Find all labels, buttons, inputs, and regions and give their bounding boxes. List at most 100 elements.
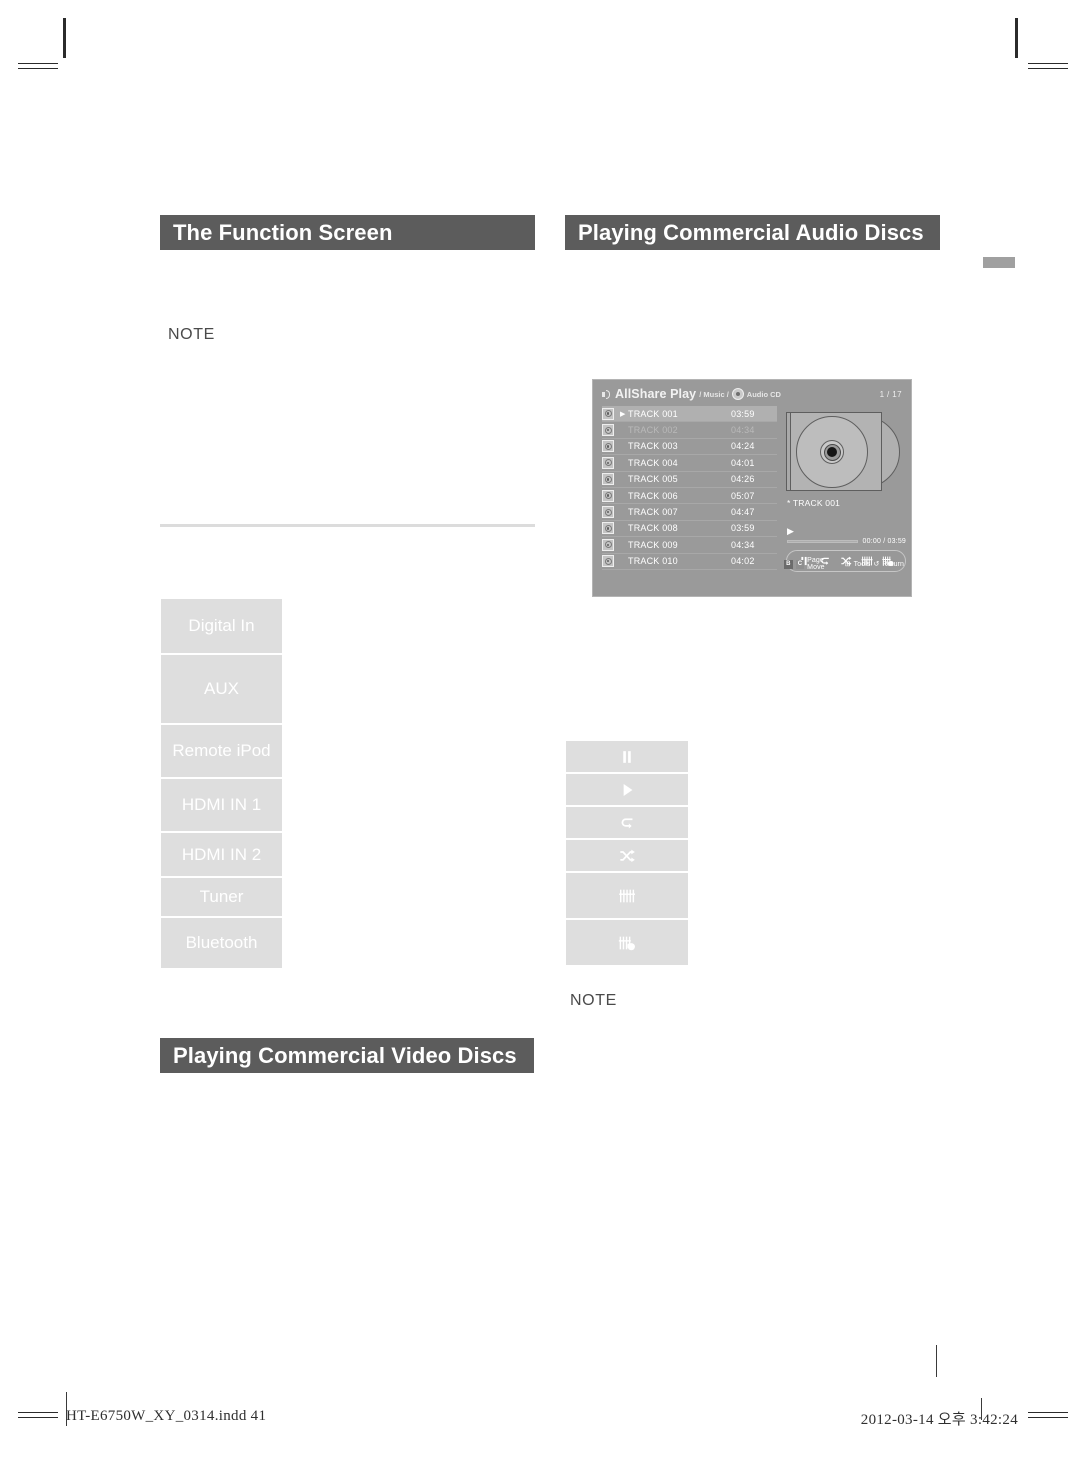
progress-bar[interactable] bbox=[787, 540, 858, 543]
shuffle-icon bbox=[620, 849, 635, 862]
sound-edit-icon bbox=[619, 889, 635, 902]
crop-mark-top-left-horizontal bbox=[18, 63, 58, 69]
function-button-digital-in[interactable]: Digital In bbox=[161, 599, 282, 653]
pause-icon bbox=[623, 750, 631, 763]
track-name: TRACK 007 bbox=[628, 507, 678, 518]
section-heading-audio-discs-label: Playing Commercial Audio Discs bbox=[578, 219, 924, 245]
section-heading-function-screen-label: The Function Screen bbox=[173, 219, 393, 245]
track-cd-icon bbox=[602, 456, 614, 469]
playback-button-sound-edit-hand[interactable] bbox=[566, 920, 688, 965]
track-cd-icon bbox=[602, 473, 614, 486]
track-name: TRACK 002 bbox=[628, 425, 678, 436]
track-row[interactable]: TRACK 007 04:47 bbox=[602, 504, 777, 521]
track-cd-icon bbox=[602, 440, 614, 453]
track-name: TRACK 004 bbox=[628, 457, 678, 468]
section-heading-audio-discs: Playing Commercial Audio Discs bbox=[565, 215, 940, 250]
track-cd-icon bbox=[602, 489, 614, 502]
play-icon bbox=[623, 783, 633, 796]
now-playing-pane: * TRACK 001 ▶ 00:00 / 03:59 B C Page Mov… bbox=[784, 406, 906, 572]
track-row[interactable]: TRACK 010 04:02 bbox=[602, 554, 777, 570]
progress-time-label: 00:00 / 03:59 bbox=[862, 538, 906, 545]
track-cd-icon bbox=[602, 538, 614, 551]
sound-edit-hand-icon bbox=[618, 936, 635, 950]
registration-tick-left bbox=[18, 1390, 19, 1430]
function-button-remote-ipod[interactable]: Remote iPod bbox=[161, 725, 282, 777]
page-thumb-tab bbox=[983, 257, 1015, 268]
function-button-bluetooth[interactable]: Bluetooth bbox=[161, 918, 282, 968]
note-label-left: NOTE bbox=[168, 326, 215, 343]
track-duration: 04:34 bbox=[731, 425, 755, 436]
function-source-list: Digital In AUX Remote iPod HDMI IN 1 HDMI IN… bbox=[161, 599, 282, 970]
page-counter: 1 / 17 bbox=[879, 389, 902, 399]
footer-filename: HT-E6750W_XY_0314.indd 41 bbox=[66, 1408, 267, 1424]
track-row[interactable]: TRACK 009 04:34 bbox=[602, 537, 777, 554]
crop-mark-bottom-left-horizontal bbox=[18, 1412, 58, 1418]
track-duration: 04:34 bbox=[731, 539, 755, 550]
audio-cd-icon bbox=[731, 388, 744, 400]
track-name: TRACK 010 bbox=[628, 556, 678, 567]
track-cd-icon bbox=[602, 555, 614, 568]
track-name: TRACK 008 bbox=[628, 523, 678, 534]
track-duration: 04:01 bbox=[731, 457, 755, 468]
track-duration: 03:59 bbox=[731, 523, 755, 534]
hint-page-move: Page Move bbox=[807, 557, 825, 571]
playing-state-icon: ▶ bbox=[787, 526, 794, 536]
track-duration: 03:59 bbox=[731, 408, 755, 419]
track-duration: 04:02 bbox=[731, 556, 755, 567]
registration-tick-footer-right bbox=[936, 1345, 937, 1377]
horizontal-divider bbox=[160, 524, 535, 527]
track-cd-icon bbox=[602, 506, 614, 519]
breadcrumb-source: Audio CD bbox=[746, 389, 781, 399]
track-row[interactable]: TRACK 005 04:26 bbox=[602, 472, 777, 488]
function-button-label: HDMI IN 2 bbox=[181, 844, 262, 864]
track-row[interactable]: TRACK 006 05:07 bbox=[602, 488, 777, 505]
playback-button-shuffle[interactable] bbox=[566, 840, 688, 871]
track-cd-icon bbox=[602, 407, 614, 420]
track-cd-icon bbox=[602, 522, 614, 535]
cd-hub-center bbox=[827, 447, 837, 457]
function-button-tuner[interactable]: Tuner bbox=[161, 878, 282, 916]
breadcrumb-music: / Music / bbox=[699, 389, 729, 399]
playback-button-sound-edit[interactable] bbox=[566, 873, 688, 918]
track-name: TRACK 001 bbox=[628, 408, 678, 419]
function-button-label: AUX bbox=[204, 679, 239, 698]
screen-body: ▶ TRACK 001 03:59 TRACK 002 04:34 TRACK 003 04… bbox=[602, 406, 906, 572]
track-row[interactable]: TRACK 002 04:34 bbox=[602, 422, 777, 439]
track-name: TRACK 009 bbox=[628, 539, 678, 550]
screen-header: AllShare Play / Music / Audio CD 1 / 17 bbox=[602, 387, 902, 401]
album-art bbox=[786, 409, 906, 494]
playback-button-repeat[interactable] bbox=[566, 807, 688, 838]
progress-area: ▶ 00:00 / 03:59 bbox=[784, 526, 906, 545]
track-row[interactable]: TRACK 008 03:59 bbox=[602, 521, 777, 538]
hint-tools: Tools bbox=[853, 560, 871, 568]
playback-button-pause[interactable] bbox=[566, 741, 688, 772]
track-duration: 04:26 bbox=[731, 474, 755, 485]
track-name: TRACK 006 bbox=[628, 490, 678, 501]
section-heading-video-discs: Playing Commercial Video Discs bbox=[160, 1038, 534, 1073]
key-badge-c[interactable]: C bbox=[795, 559, 805, 569]
now-playing-track-label: * TRACK 001 bbox=[787, 498, 841, 508]
footer-timestamp: 2012-03-14 오후 3:42:24 bbox=[860, 1412, 1018, 1428]
function-button-hdmi-in-1[interactable]: HDMI IN 1 bbox=[161, 779, 282, 831]
key-badge-b[interactable]: B bbox=[784, 559, 793, 569]
function-button-aux[interactable]: AUX bbox=[161, 655, 282, 723]
function-button-label: Bluetooth bbox=[185, 933, 258, 952]
playback-icon-list bbox=[566, 741, 688, 967]
track-name: TRACK 005 bbox=[628, 474, 678, 485]
track-duration: 04:24 bbox=[731, 441, 755, 452]
progress-row: 00:00 / 03:59 bbox=[787, 538, 906, 545]
track-cd-icon bbox=[602, 424, 614, 437]
function-button-hdmi-in-2[interactable]: HDMI IN 2 bbox=[161, 833, 282, 876]
track-duration: 05:07 bbox=[731, 490, 755, 501]
source-icon bbox=[602, 389, 611, 399]
track-row[interactable]: ▶ TRACK 001 03:59 bbox=[602, 406, 777, 423]
track-row[interactable]: TRACK 003 04:24 bbox=[602, 439, 777, 456]
function-button-label: Digital In bbox=[188, 616, 255, 635]
track-list[interactable]: ▶ TRACK 001 03:59 TRACK 002 04:34 TRACK 003 04… bbox=[602, 406, 777, 572]
tools-icon: ⊞ bbox=[844, 561, 851, 568]
playback-button-play[interactable] bbox=[566, 774, 688, 805]
track-row[interactable]: TRACK 004 04:01 bbox=[602, 455, 777, 472]
repeat-icon bbox=[621, 817, 633, 828]
hint-return: Return bbox=[882, 560, 904, 568]
section-heading-function-screen: The Function Screen bbox=[160, 215, 535, 250]
